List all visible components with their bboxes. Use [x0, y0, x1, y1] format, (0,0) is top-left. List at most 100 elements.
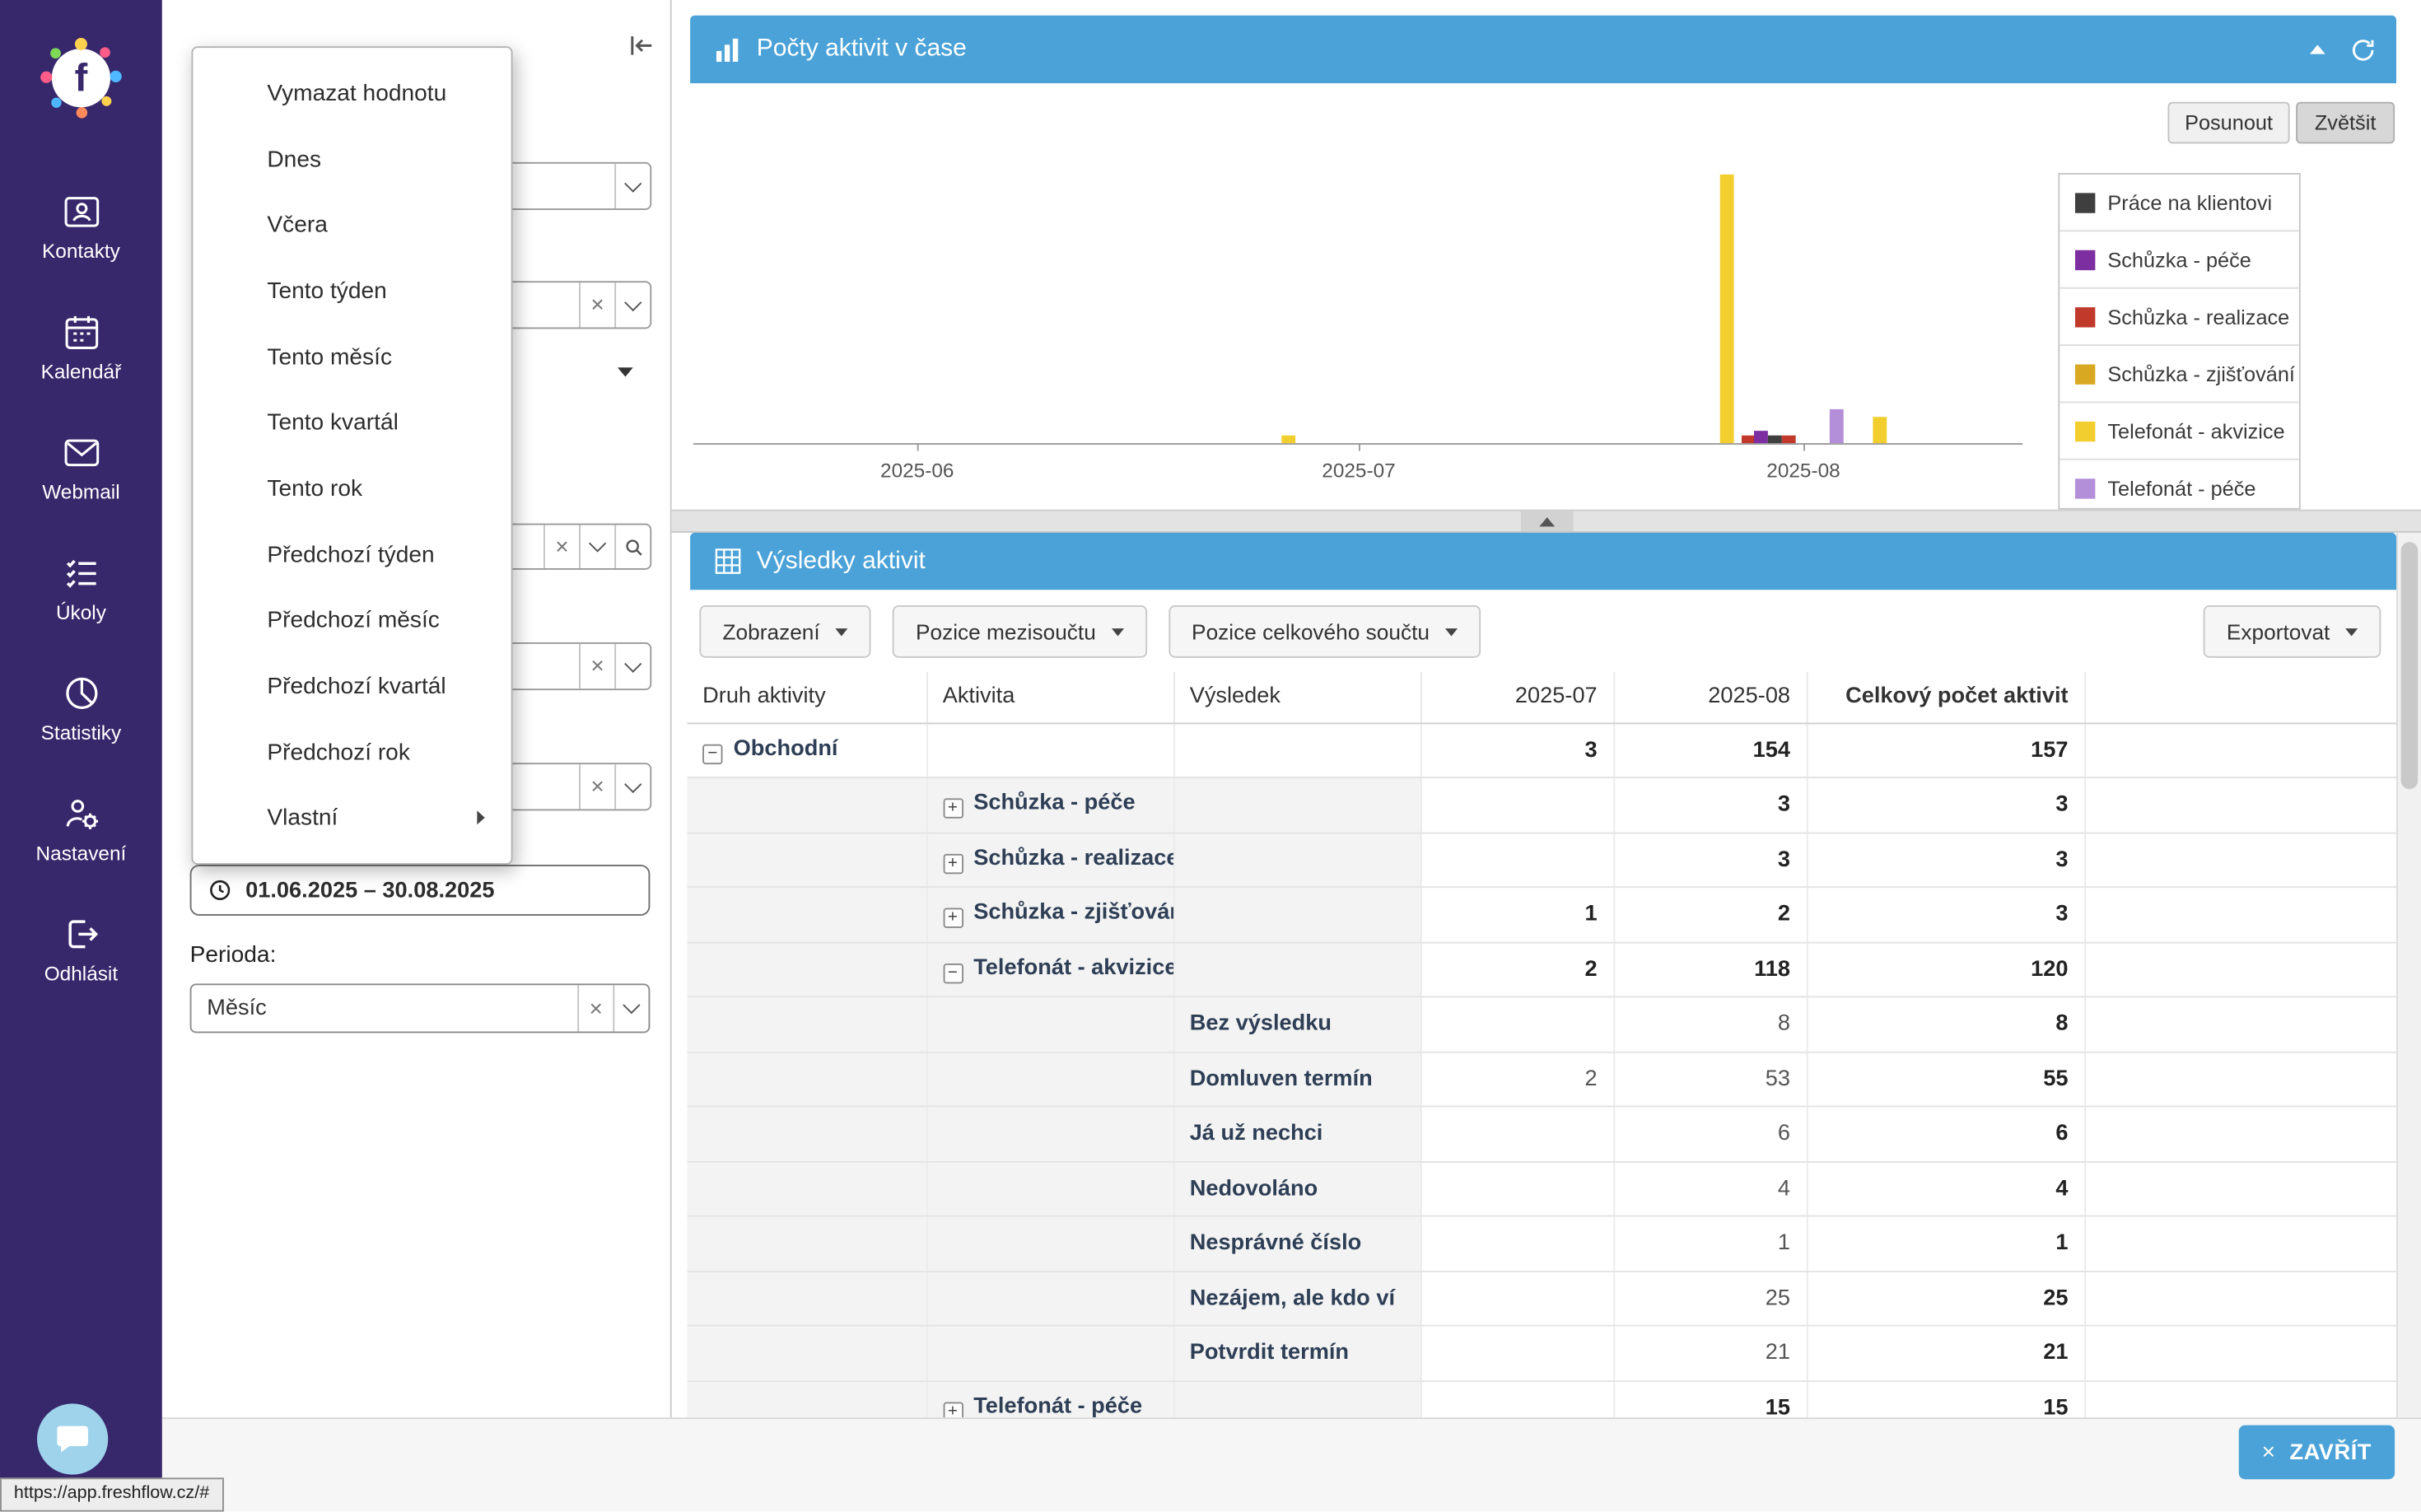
menu-item-dnes[interactable]: Dnes: [193, 126, 511, 192]
sidebar-item-nastaveni[interactable]: Nastavení: [0, 769, 162, 889]
collapse-panel-icon[interactable]: [628, 34, 655, 57]
clear-period-icon[interactable]: ×: [577, 985, 613, 1031]
value-cell: 1: [1807, 1216, 2085, 1272]
menu-item-tento-tyden[interactable]: Tento týden: [193, 258, 511, 324]
period-label: Perioda:: [190, 942, 277, 968]
row-label-cell: [687, 887, 926, 942]
submenu-arrow-icon: [476, 810, 487, 827]
toolbar-button-zobrazeni[interactable]: Zobrazení: [699, 605, 870, 658]
chevron-down-icon[interactable]: [614, 164, 650, 208]
row-label-cell: [1173, 777, 1420, 833]
caret-down-icon[interactable]: [618, 367, 633, 376]
chevron-down-icon[interactable]: [613, 985, 648, 1031]
chevron-down-icon[interactable]: [614, 282, 650, 327]
collapse-toggle-icon[interactable]: −: [943, 964, 963, 983]
table-panel-header[interactable]: Výsledky aktivit: [690, 533, 2396, 590]
row-label-cell: [687, 1106, 926, 1161]
legend-item-schuzka-realizace[interactable]: Schůzka - realizace: [2059, 289, 2299, 346]
menu-item-label: Předchozí měsíc: [267, 608, 439, 634]
menu-item-vymazat-hodnotu[interactable]: Vymazat hodnotu: [193, 60, 511, 126]
value-cell: 4: [1807, 1161, 2085, 1216]
menu-item-label: Tento měsíc: [267, 343, 392, 370]
menu-item-label: Předchozí rok: [267, 740, 410, 766]
clear-value-icon[interactable]: ×: [579, 282, 614, 327]
legend-item-prace-na-klientovi[interactable]: Práce na klientovi: [2059, 175, 2299, 231]
export-button[interactable]: Exportovat: [2204, 605, 2381, 658]
menu-item-predchozi-tyden[interactable]: Předchozí týden: [193, 521, 511, 587]
row-label-cell: [926, 1271, 1173, 1326]
chevron-down-icon[interactable]: [614, 764, 650, 809]
clear-value-icon[interactable]: ×: [579, 644, 614, 688]
filler-cell: [2084, 777, 2396, 833]
footer-bar: × ZAVŘÍT: [162, 1417, 2421, 1511]
row-label: Domluven termín: [1190, 1066, 1373, 1091]
period-value: Měsíc: [192, 985, 578, 1031]
app-window: f KontaktyKalendářWebmailÚkolyStatistiky…: [0, 0, 2421, 1512]
value-cell: 3: [1613, 833, 1806, 888]
chart-bar: [1782, 436, 1796, 443]
row-label-cell: Já už nechci: [1173, 1106, 1420, 1161]
close-button[interactable]: × ZAVŘÍT: [2238, 1426, 2395, 1480]
row-label-cell: Domluven termín: [1173, 1052, 1420, 1107]
legend-item-telefonat-akvizice[interactable]: Telefonát - akvizice: [2059, 403, 2299, 460]
sidebar-item-kalendar[interactable]: Kalendář: [0, 287, 162, 408]
menu-item-predchozi-kvartal[interactable]: Předchozí kvartál: [193, 653, 511, 719]
row-label: Nesprávné číslo: [1190, 1231, 1362, 1256]
filler-cell: [2084, 1271, 2396, 1326]
legend-item-schuzka-zjistovani[interactable]: Schůzka - zjišťování: [2059, 346, 2299, 403]
scrollbar-thumb[interactable]: [2401, 542, 2419, 789]
sidebar-item-ukoly[interactable]: Úkoly: [0, 528, 162, 648]
close-button-label: ZAVŘÍT: [2289, 1440, 2372, 1464]
legend-swatch: [2075, 478, 2095, 497]
legend-item-schuzka-pece[interactable]: Schůzka - péče: [2059, 231, 2299, 288]
row-label-cell: [926, 1326, 1173, 1381]
app-logo[interactable]: f: [37, 34, 125, 122]
expand-toggle-icon[interactable]: +: [943, 908, 963, 928]
chevron-down-icon[interactable]: [614, 644, 650, 688]
chevron-down-icon[interactable]: [579, 525, 614, 569]
legend-swatch: [2075, 192, 2095, 212]
menu-item-tento-kvartal[interactable]: Tento kvartál: [193, 390, 511, 455]
table-row: Nesprávné číslo11: [687, 1216, 2396, 1272]
chart-panel-header[interactable]: Počty aktivit v čase: [690, 16, 2396, 84]
panel-splitter[interactable]: [672, 510, 2421, 533]
clear-value-icon[interactable]: ×: [543, 525, 579, 569]
toolbar-button-pozice-mezisouctu[interactable]: Pozice mezisoučtu: [893, 605, 1147, 658]
legend-item-telefonat-pece[interactable]: Telefonát - péče: [2059, 460, 2299, 510]
expand-toggle-icon[interactable]: +: [943, 1402, 963, 1417]
refresh-icon[interactable]: [2350, 36, 2377, 63]
collapse-chart-icon[interactable]: [2310, 44, 2325, 54]
sidebar-item-odhlasit[interactable]: Odhlásit: [0, 889, 162, 1010]
row-label-cell: [926, 1161, 1173, 1216]
sidebar-item-statistiky[interactable]: Statistiky: [0, 649, 162, 769]
value-cell: [1420, 777, 1613, 833]
value-cell: 118: [1613, 942, 1806, 997]
chat-button[interactable]: [37, 1403, 108, 1474]
menu-item-predchozi-rok[interactable]: Předchozí rok: [193, 720, 511, 786]
menu-item-label: Tento kvartál: [267, 409, 398, 436]
filler-cell: [2084, 996, 2396, 1052]
menu-item-vcera[interactable]: Včera: [193, 192, 511, 258]
menu-item-vlastni[interactable]: Vlastní: [193, 786, 511, 852]
search-icon[interactable]: [614, 525, 650, 569]
expand-toggle-icon[interactable]: +: [943, 799, 963, 819]
expand-toggle-icon[interactable]: +: [943, 853, 963, 873]
clear-value-icon[interactable]: ×: [579, 764, 614, 809]
menu-item-tento-rok[interactable]: Tento rok: [193, 455, 511, 521]
collapse-splitter-button[interactable]: [1520, 511, 1573, 531]
sidebar-item-kontakty[interactable]: Kontakty: [0, 167, 162, 287]
collapse-toggle-icon[interactable]: −: [702, 744, 722, 763]
menu-item-predchozi-mesic[interactable]: Předchozí měsíc: [193, 587, 511, 653]
row-label-cell: +Schůzka - péče: [926, 777, 1173, 833]
toolbar-button-pozice-celkoveho-souctu[interactable]: Pozice celkového součtu: [1169, 605, 1481, 658]
sidebar-item-webmail[interactable]: Webmail: [0, 408, 162, 528]
period-select[interactable]: Měsíc ×: [190, 983, 651, 1033]
menu-item-tento-mesic[interactable]: Tento měsíc: [193, 324, 511, 390]
table-toolbar: Zobrazení Pozice mezisoučtu Pozice celkové…: [699, 605, 1480, 658]
column-header-vysledek: Výsledek: [1173, 672, 1420, 723]
menu-item-label: Včera: [267, 212, 327, 238]
date-range-field[interactable]: 01.06.2025 – 30.08.2025: [190, 865, 651, 916]
filler-cell: [2084, 1161, 2396, 1216]
table-row: −Telefonát - akvizice2118120: [687, 942, 2396, 997]
vertical-scrollbar[interactable]: [2396, 533, 2421, 1417]
